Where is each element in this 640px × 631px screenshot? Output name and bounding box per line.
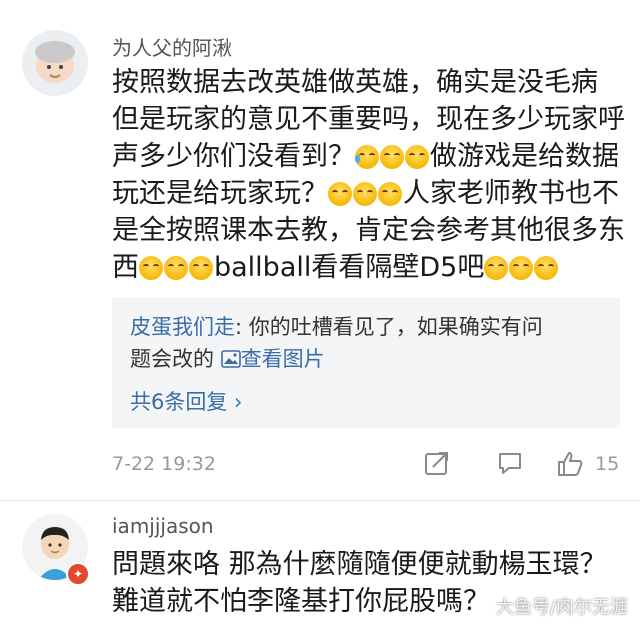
comment-icon	[499, 453, 521, 474]
watermark: 大鱼号/肉尔无涯	[495, 597, 628, 618]
tears-of-joy-emoji	[139, 256, 163, 280]
comment-1: 为人父的阿湫 按照数据去改英雄做英雄，确实是没毛病 但是玩家的意见不重要吗，现在…	[0, 0, 640, 500]
tears-of-joy-emoji	[509, 256, 534, 280]
tears-of-joy-emoji	[353, 182, 377, 206]
comment-line-1: 按照数据去改英雄做英雄，确实是没毛病	[112, 64, 598, 101]
tears-of-joy-emoji	[355, 145, 379, 169]
comment-text: 玩还是给玩家玩？	[112, 178, 328, 209]
username[interactable]: iamjjjason	[112, 514, 214, 538]
verified-badge-icon: ✦	[66, 562, 90, 586]
comment-line-5: 是全按照课本去教，肯定会参考其他很多东	[112, 212, 625, 249]
tears-of-joy-emoji	[328, 182, 352, 206]
reply-line-1: 皮蛋我们走: 你的吐槽看见了，如果确实有问	[130, 312, 543, 342]
avatar-illustration	[22, 30, 88, 96]
like-count: 15	[595, 453, 620, 475]
view-image-link[interactable]: 查看图片	[220, 347, 325, 371]
share-icon	[425, 452, 448, 475]
more-replies-link[interactable]: 共6条回复 ›	[130, 386, 242, 416]
reply-separator: :	[235, 315, 249, 339]
reply-preview[interactable]: 皮蛋我们走: 你的吐槽看见了，如果确实有问 题会改的 查看图片 共6条回复 ›	[112, 298, 620, 428]
comment-line-6: 西 ballball看看隔壁D5吧	[112, 249, 559, 286]
tears-of-joy-emoji	[378, 182, 402, 206]
comment-line-4: 玩还是给玩家玩？ 人家老师教书也不	[112, 175, 619, 212]
tears-of-joy-emoji	[380, 145, 404, 169]
comment-text: 但是玩家的意见不重要吗，现在多少玩家呼	[112, 104, 625, 135]
view-image-label: 查看图片	[240, 347, 325, 371]
comment-text: 做游戏是给数据	[430, 141, 619, 172]
tears-of-joy-emoji	[534, 256, 559, 280]
tears-of-joy-emoji	[164, 256, 188, 280]
comment-line-2: 難道就不怕李隆基打你屁股嗎？	[112, 586, 490, 617]
tears-of-joy-emoji	[189, 256, 213, 280]
comment-text: 人家老师教书也不	[403, 178, 619, 209]
tears-of-joy-emoji	[405, 145, 429, 169]
reply-line-2: 题会改的 查看图片	[130, 344, 325, 374]
comment-text: ballball看看隔壁D5吧	[214, 252, 485, 283]
reply-text: 题会改的	[130, 347, 214, 371]
comment-timestamp: 7-22 19:32	[112, 453, 216, 475]
user-avatar[interactable]	[22, 30, 88, 96]
tears-of-joy-emoji	[484, 256, 509, 280]
reply-author[interactable]: 皮蛋我们走	[130, 315, 235, 339]
reply-button[interactable]	[497, 450, 523, 480]
share-button[interactable]	[424, 450, 450, 480]
comment-line-2: 但是玩家的意见不重要吗，现在多少玩家呼	[112, 101, 625, 138]
comment-text: 声多少你们没看到？	[112, 141, 355, 172]
like-button[interactable]	[556, 450, 584, 482]
comment-text: 西	[112, 252, 139, 283]
comment-text: 是全按照课本去教，肯定会参考其他很多东	[112, 215, 625, 246]
thumbs-up-icon	[558, 452, 583, 476]
comment-line-1: 問題來咯 那為什麼隨隨便便就動楊玉環？	[112, 549, 607, 580]
username[interactable]: 为人父的阿湫	[112, 32, 232, 61]
comment-text: 按照数据去改英雄做英雄，确实是没毛病	[112, 67, 598, 98]
image-icon	[220, 350, 241, 368]
reply-text: 你的吐槽看见了，如果确实有问	[248, 315, 543, 339]
comment-line-3: 声多少你们没看到？ 做游戏是给数据	[112, 138, 619, 175]
